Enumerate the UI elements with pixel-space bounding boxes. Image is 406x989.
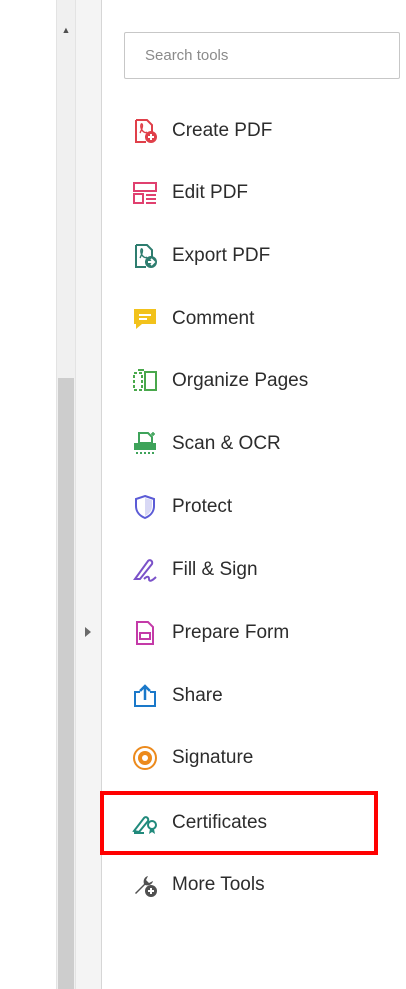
pane-collapse-strip[interactable] bbox=[76, 0, 102, 989]
tool-label: Create PDF bbox=[172, 120, 273, 141]
tool-label: Protect bbox=[172, 496, 233, 517]
tool-more-tools[interactable]: More Tools bbox=[132, 865, 392, 905]
signature-badge-icon bbox=[132, 745, 158, 771]
tool-label: Prepare Form bbox=[172, 622, 290, 643]
comment-icon bbox=[132, 306, 158, 332]
scrollbar-thumb[interactable] bbox=[58, 378, 74, 989]
tool-edit-pdf[interactable]: Edit PDF bbox=[132, 173, 392, 213]
pen-sign-icon bbox=[132, 557, 158, 583]
tool-export-pdf[interactable]: Export PDF bbox=[132, 236, 392, 276]
tool-label: Scan & OCR bbox=[172, 433, 281, 454]
tool-label: More Tools bbox=[172, 874, 265, 895]
tool-label: Organize Pages bbox=[172, 370, 309, 391]
tool-label: Share bbox=[172, 685, 223, 706]
edit-pdf-icon bbox=[132, 180, 158, 206]
wrench-plus-icon bbox=[132, 872, 158, 898]
tool-label: Comment bbox=[172, 308, 255, 329]
tool-label: Signature bbox=[172, 747, 254, 768]
scan-ocr-icon bbox=[132, 431, 158, 457]
form-icon bbox=[132, 620, 158, 646]
vertical-scrollbar[interactable]: ▲ bbox=[56, 0, 76, 989]
tool-label: Edit PDF bbox=[172, 182, 249, 203]
tool-label: Fill & Sign bbox=[172, 559, 258, 580]
tool-organize-pages[interactable]: Organize Pages bbox=[132, 361, 392, 401]
tool-scan-ocr[interactable]: Scan & OCR bbox=[132, 424, 392, 464]
create-pdf-icon bbox=[132, 118, 158, 144]
scroll-up-arrow-icon[interactable]: ▲ bbox=[57, 22, 75, 38]
tool-protect[interactable]: Protect bbox=[132, 487, 392, 527]
organize-pages-icon bbox=[132, 368, 158, 394]
export-pdf-icon bbox=[132, 243, 158, 269]
tool-signature[interactable]: Signature bbox=[132, 738, 392, 778]
shield-icon bbox=[132, 494, 158, 520]
tool-fill-sign[interactable]: Fill & Sign bbox=[132, 550, 392, 590]
tool-label: Export PDF bbox=[172, 245, 271, 266]
tool-share[interactable]: Share bbox=[132, 676, 392, 716]
certificates-highlight-box bbox=[100, 791, 378, 855]
tool-prepare-form[interactable]: Prepare Form bbox=[132, 613, 392, 653]
left-panel-edge bbox=[0, 0, 56, 989]
expand-arrow-icon[interactable] bbox=[85, 627, 91, 637]
share-upload-icon bbox=[132, 683, 158, 709]
tool-comment[interactable]: Comment bbox=[132, 299, 392, 339]
tool-create-pdf[interactable]: Create PDF bbox=[132, 111, 392, 151]
